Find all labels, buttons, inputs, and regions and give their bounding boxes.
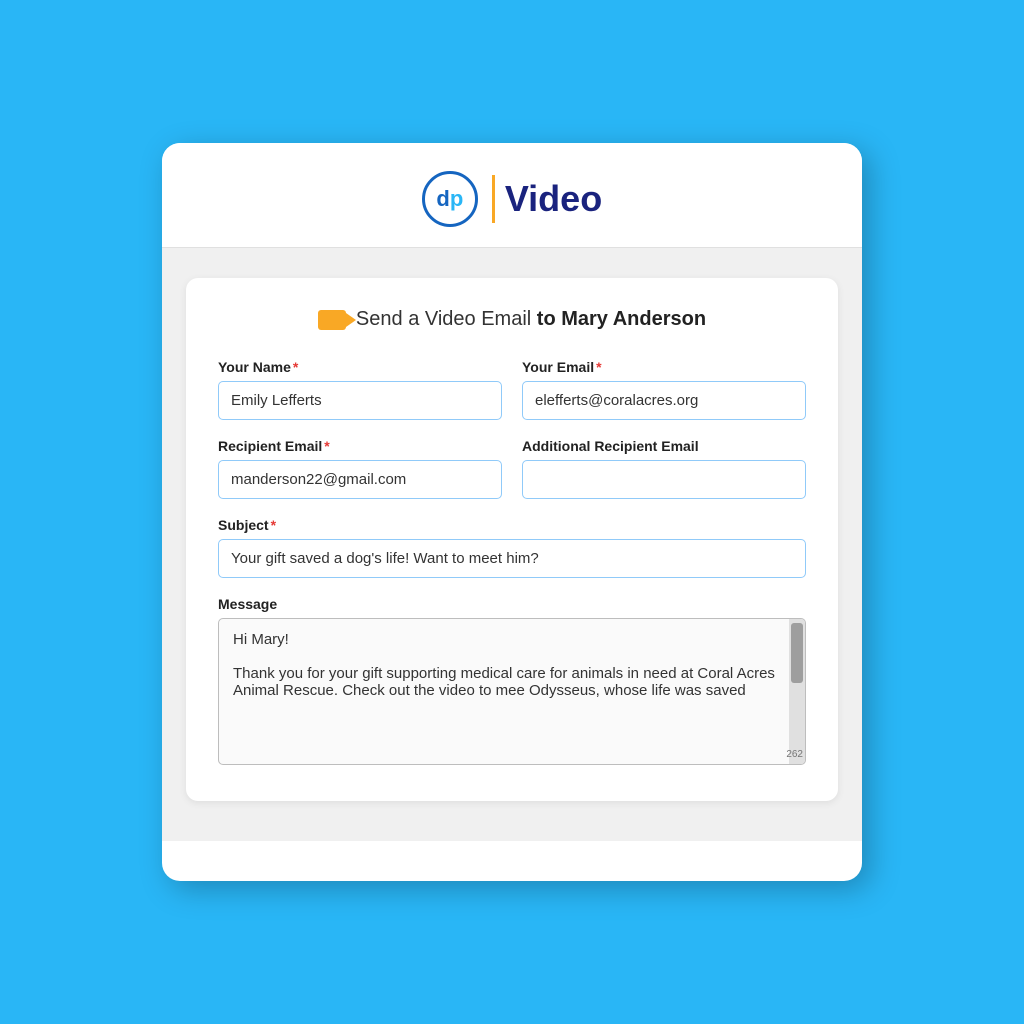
row-name-email: Your Name* Your Email* — [218, 359, 806, 420]
subject-input[interactable] — [218, 539, 806, 578]
row-recipients: Recipient Email* Additional Recipient Em… — [218, 438, 806, 499]
logo-dp-text: dp — [436, 188, 463, 210]
subject-group: Subject* — [218, 517, 806, 578]
your-email-label: Your Email* — [522, 359, 806, 375]
subject-label: Subject* — [218, 517, 806, 533]
logo-circle: dp — [422, 171, 478, 227]
message-group: Message Hi Mary! Thank you for your gift… — [218, 596, 806, 765]
scrollbar-thumb — [791, 623, 803, 683]
your-name-label: Your Name* — [218, 359, 502, 375]
logo-text: Video — [505, 178, 602, 220]
your-name-input[interactable] — [218, 381, 502, 420]
scrollbar-track[interactable] — [789, 619, 805, 764]
logo-divider — [492, 175, 495, 223]
message-label: Message — [218, 596, 806, 612]
additional-recipient-group: Additional Recipient Email — [522, 438, 806, 499]
message-area-wrapper: Hi Mary! Thank you for your gift support… — [218, 618, 806, 765]
form-background: Send a Video Email to Mary Anderson Your… — [162, 248, 862, 841]
video-camera-icon — [318, 310, 346, 330]
indicator-dot-1 — [186, 861, 222, 865]
subject-row: Subject* — [218, 517, 806, 578]
additional-recipient-input[interactable] — [522, 460, 806, 499]
scroll-counter: 262 — [786, 749, 803, 760]
recipient-email-input[interactable] — [218, 460, 502, 499]
additional-recipient-label: Additional Recipient Email — [522, 438, 806, 454]
form-card: Send a Video Email to Mary Anderson Your… — [186, 278, 838, 801]
your-name-group: Your Name* — [218, 359, 502, 420]
recipient-email-group: Recipient Email* — [218, 438, 502, 499]
indicator-dot-2 — [238, 861, 358, 865]
your-email-input[interactable] — [522, 381, 806, 420]
main-card: dp Video Send a Video Email to Mary Ande… — [162, 143, 862, 881]
form-title: Send a Video Email to Mary Anderson — [218, 308, 806, 331]
your-email-group: Your Email* — [522, 359, 806, 420]
recipient-email-label: Recipient Email* — [218, 438, 502, 454]
header: dp Video — [162, 143, 862, 248]
bottom-indicators — [162, 841, 862, 881]
form-title-text: Send a Video Email to Mary Anderson — [356, 308, 706, 331]
message-textarea[interactable]: Hi Mary! Thank you for your gift support… — [219, 619, 805, 759]
